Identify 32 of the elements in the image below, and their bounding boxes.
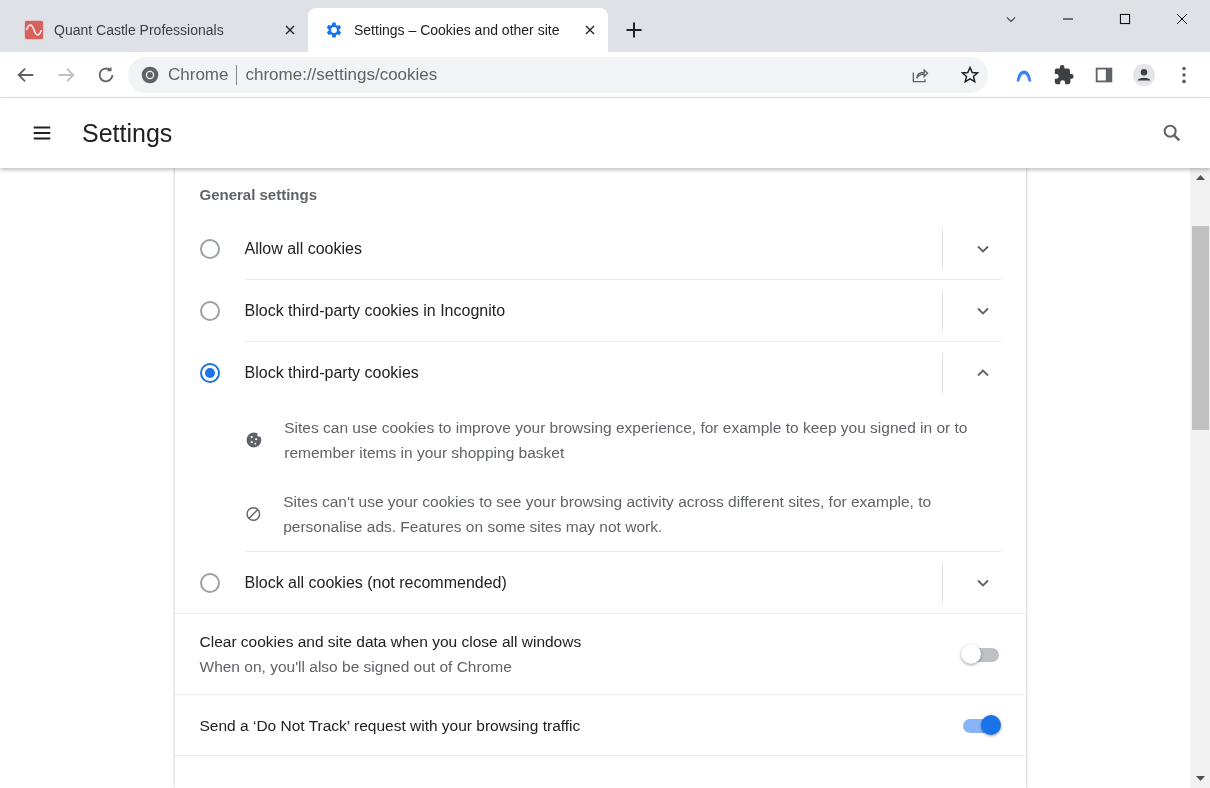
profile-icon[interactable] <box>1133 63 1155 86</box>
page-title: Settings <box>82 118 174 148</box>
setting-description: When on, you'll also be signed out of Chrome <box>199 657 513 677</box>
section-title: General settings <box>198 186 319 205</box>
origin-label: Chrome <box>168 63 229 86</box>
description-text: Sites can use cookies to improve your browsing experience, for example to keep you signed in or to remember items in your shopping basket <box>284 418 969 463</box>
description-text: Sites can't use your cookies to see your browsing activity across different sites, for example, to personalise ads. Features on some sites may not work. <box>283 492 933 537</box>
radio-button[interactable] <box>199 572 220 593</box>
setting-label: Send a ‘Do Not Track’ request with your browsing traffic <box>199 716 581 734</box>
scroll-up-arrow[interactable] <box>1195 174 1205 180</box>
address-bar[interactable]: Chrome chrome://settings/cookies <box>128 56 988 93</box>
option-label: Block third-party cookies <box>244 362 420 383</box>
toggle-switch[interactable] <box>960 644 1001 664</box>
chrome-icon <box>140 64 160 85</box>
puzzle-icon[interactable] <box>1053 63 1075 86</box>
site-icon <box>24 20 44 40</box>
browser-tab[interactable]: Quant Castle Professionals <box>8 8 308 52</box>
radio-button[interactable] <box>199 300 220 321</box>
browser-tab[interactable]: Settings – Cookies and other site <box>308 8 608 52</box>
radio-button[interactable] <box>199 238 220 259</box>
gear-icon <box>324 20 344 40</box>
star-icon[interactable] <box>960 64 980 85</box>
url-text: chrome://settings/cookies <box>245 63 439 86</box>
search-icon[interactable] <box>1161 122 1183 144</box>
option-label: Allow all cookies <box>244 238 363 259</box>
scrollbar-thumb[interactable] <box>1191 226 1209 430</box>
setting-label: Clear cookies and site data when you close all windows <box>199 633 582 650</box>
scroll-down-arrow[interactable] <box>1195 776 1205 782</box>
option-label: Block all cookies (not recommended) <box>244 572 508 593</box>
option-label: Block third-party cookies in Incognito <box>244 300 507 321</box>
new-tab-icon[interactable] <box>624 20 644 40</box>
radio-button[interactable] <box>199 362 220 383</box>
